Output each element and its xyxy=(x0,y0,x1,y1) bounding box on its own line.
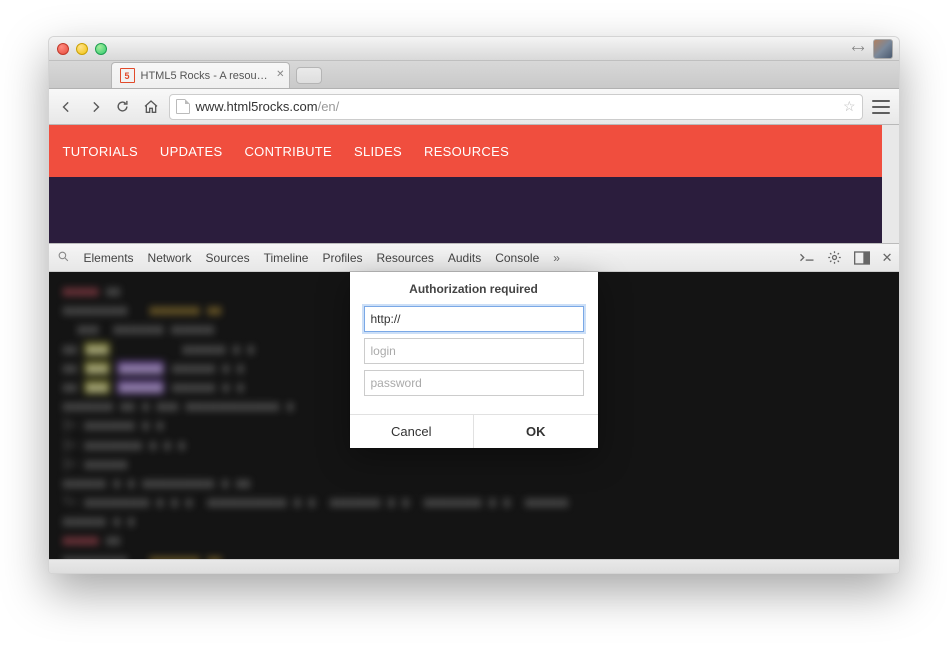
auth-url-input[interactable] xyxy=(364,306,584,332)
address-bar[interactable]: www.html5rocks.com/en/ ☆ xyxy=(169,94,863,120)
nav-link-contribute[interactable]: CONTRIBUTE xyxy=(244,144,332,159)
close-window-button[interactable] xyxy=(57,43,69,55)
tab-strip: 5 HTML5 Rocks - A resource ✕ xyxy=(49,61,899,89)
devtools-drawer-toggle-button[interactable] xyxy=(799,251,815,264)
devtools-tab-resources[interactable]: Resources xyxy=(377,251,434,265)
reload-button[interactable] xyxy=(113,97,133,117)
page-icon xyxy=(176,99,190,114)
zoom-window-button[interactable] xyxy=(95,43,107,55)
dock-side-icon xyxy=(854,251,870,265)
arrow-right-icon xyxy=(88,100,102,114)
devtools-tab-elements[interactable]: Elements xyxy=(84,251,134,265)
fullscreen-icon[interactable]: ⤢ xyxy=(849,40,866,57)
url-path: /en/ xyxy=(318,99,340,114)
tab-favicon: 5 xyxy=(120,68,135,83)
devtools-tab-audits[interactable]: Audits xyxy=(448,251,481,265)
page-viewport: TUTORIALS UPDATES CONTRIBUTE SLIDES RESO… xyxy=(49,125,899,243)
tab-title: HTML5 Rocks - A resource xyxy=(141,70,271,82)
url-text: www.html5rocks.com/en/ xyxy=(196,99,837,114)
drawer-toggle-icon xyxy=(799,251,815,264)
devtools-tab-sources[interactable]: Sources xyxy=(206,251,250,265)
devtools-panel: Elements Network Sources Timeline Profil… xyxy=(49,243,899,559)
auth-login-input[interactable] xyxy=(364,338,584,364)
authorization-dialog: Authorization required Cancel OK xyxy=(350,272,598,448)
nav-link-resources[interactable]: RESOURCES xyxy=(424,144,509,159)
window-controls xyxy=(57,43,107,55)
back-button[interactable] xyxy=(57,97,77,117)
window-resize-chin xyxy=(49,559,899,573)
ok-button[interactable]: OK xyxy=(473,415,598,448)
nav-link-updates[interactable]: UPDATES xyxy=(160,144,223,159)
devtools-dock-toggle-button[interactable] xyxy=(854,251,870,265)
devtools-tab-console[interactable]: Console xyxy=(495,251,539,265)
forward-button[interactable] xyxy=(85,97,105,117)
page-scrollbar[interactable] xyxy=(882,125,899,243)
cancel-button[interactable]: Cancel xyxy=(350,415,474,448)
arrow-left-icon xyxy=(60,100,74,114)
nav-link-slides[interactable]: SLIDES xyxy=(354,144,402,159)
devtools-tab-timeline[interactable]: Timeline xyxy=(264,251,309,265)
devtools-tab-overflow[interactable]: » xyxy=(553,251,560,265)
url-host: www.html5rocks.com xyxy=(196,99,318,114)
devtools-tab-network[interactable]: Network xyxy=(148,251,192,265)
site-nav: TUTORIALS UPDATES CONTRIBUTE SLIDES RESO… xyxy=(49,125,899,177)
gear-icon xyxy=(827,250,842,265)
browser-menu-button[interactable] xyxy=(871,97,891,117)
nav-link-tutorials[interactable]: TUTORIALS xyxy=(63,144,138,159)
reload-icon xyxy=(115,99,130,114)
profile-avatar[interactable] xyxy=(873,39,893,59)
auth-password-input[interactable] xyxy=(364,370,584,396)
devtools-tab-profiles[interactable]: Profiles xyxy=(322,251,362,265)
new-tab-button[interactable] xyxy=(296,67,322,84)
home-button[interactable] xyxy=(141,97,161,117)
minimize-window-button[interactable] xyxy=(76,43,88,55)
hamburger-icon xyxy=(872,100,890,114)
browser-window: ⤢ 5 HTML5 Rocks - A resource ✕ www.html5 xyxy=(48,36,900,574)
devtools-search-icon[interactable] xyxy=(57,250,70,266)
bookmark-star-icon[interactable]: ☆ xyxy=(843,98,856,115)
page-hero xyxy=(49,177,899,243)
devtools-tab-bar: Elements Network Sources Timeline Profil… xyxy=(49,244,899,272)
window-titlebar: ⤢ xyxy=(49,37,899,61)
home-icon xyxy=(143,99,159,115)
browser-toolbar: www.html5rocks.com/en/ ☆ xyxy=(49,89,899,125)
tab-close-icon[interactable]: ✕ xyxy=(276,69,284,80)
dialog-title: Authorization required xyxy=(364,282,584,296)
devtools-close-button[interactable]: ✕ xyxy=(882,250,893,266)
browser-tab[interactable]: 5 HTML5 Rocks - A resource ✕ xyxy=(111,62,290,88)
devtools-settings-button[interactable] xyxy=(827,250,842,265)
